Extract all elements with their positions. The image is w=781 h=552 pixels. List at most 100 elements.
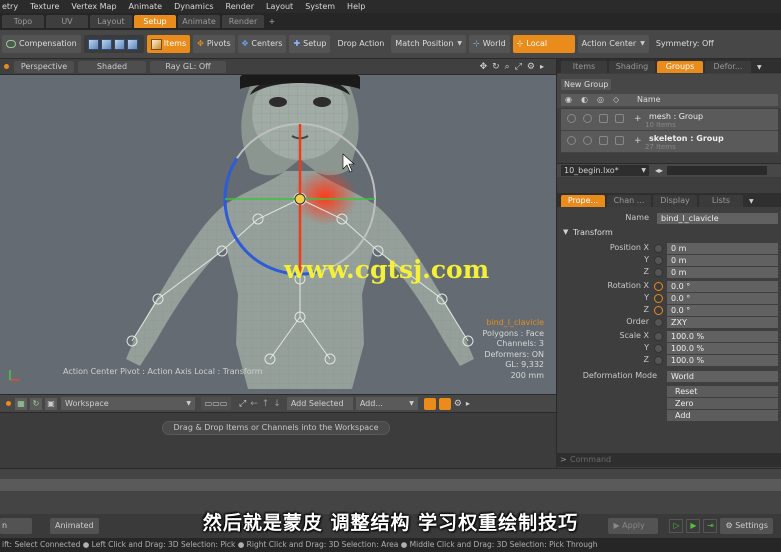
polygon-cube-icon[interactable] <box>113 38 125 50</box>
arrow-up-icon[interactable]: ↑ <box>262 399 270 409</box>
render-icon[interactable] <box>599 136 608 145</box>
gear-icon[interactable]: ⚙ <box>527 62 535 72</box>
items-mode-button[interactable]: Items <box>146 35 191 53</box>
maximize-icon[interactable]: ⤢ <box>515 62 522 72</box>
tab-animate[interactable]: Animate <box>178 15 220 28</box>
chevron-down-icon[interactable]: ▼ <box>757 64 762 71</box>
workspace-area[interactable]: Drag & Drop Items or Channels into the W… <box>0 413 556 468</box>
position-y-field[interactable]: 0 m <box>667 255 778 266</box>
keyframe-dot[interactable] <box>654 356 663 365</box>
rotation-z-field[interactable]: 0.0 ° <box>667 305 778 316</box>
new-group-button[interactable]: New Group <box>561 79 611 90</box>
tab-items[interactable]: Items <box>561 61 607 73</box>
tab-properties[interactable]: Prope... <box>561 195 605 207</box>
keyframe-dot[interactable] <box>654 332 663 341</box>
rotation-y-field[interactable]: 0.0 ° <box>667 293 778 304</box>
refresh-icon[interactable]: ↻ <box>30 397 42 410</box>
orange-toggle-icon[interactable] <box>423 397 436 410</box>
view-mode-dropdown[interactable]: Perspective <box>14 60 74 73</box>
tab-display[interactable]: Display <box>653 195 697 207</box>
collapse-arrow-icon[interactable]: ▼ <box>563 228 568 236</box>
workspace-menu-dot[interactable] <box>6 401 11 406</box>
world-button[interactable]: ⊹ World <box>469 35 510 53</box>
tab-layout[interactable]: Layout <box>90 15 132 28</box>
scene-canvas[interactable] <box>0 59 556 394</box>
select-icon[interactable] <box>615 136 624 145</box>
timeline-strip[interactable] <box>0 479 781 491</box>
tab-topo[interactable]: Topo <box>2 15 44 28</box>
menu-help[interactable]: Help <box>347 2 365 11</box>
setup-button[interactable]: ✚ Setup <box>289 35 331 53</box>
keyframe-dot[interactable] <box>654 294 663 303</box>
tab-uv[interactable]: UV <box>46 15 88 28</box>
tab-lists[interactable]: Lists <box>699 195 743 207</box>
shading-dropdown[interactable]: Shaded <box>78 60 146 73</box>
group-row-mesh[interactable]: + mesh : Group 10 Items <box>561 109 778 131</box>
transform-section[interactable]: ▼ Transform <box>557 228 781 239</box>
keyframe-dot[interactable] <box>654 256 663 265</box>
pan-icon[interactable]: ✥ <box>480 62 488 72</box>
menu-dynamics[interactable]: Dynamics <box>174 2 213 11</box>
scale-y-field[interactable]: 100.0 % <box>667 343 778 354</box>
expand-icon[interactable]: + <box>634 136 642 146</box>
zero-button[interactable]: Zero <box>667 398 778 409</box>
material-cube-icon[interactable] <box>126 38 138 50</box>
play-arrow-icon[interactable]: ▸ <box>466 399 470 408</box>
command-input[interactable]: > Command <box>556 453 781 467</box>
keyframe-dot[interactable] <box>654 244 663 253</box>
keyframe-dot[interactable] <box>654 268 663 277</box>
add-selected-button[interactable]: Add Selected <box>286 397 353 410</box>
orange-toggle-icon-2[interactable] <box>438 397 451 410</box>
keyframe-strip[interactable] <box>667 166 768 175</box>
eye-icon[interactable] <box>567 136 576 145</box>
deformation-mode-dropdown[interactable]: World <box>667 371 778 382</box>
lock-icon[interactable] <box>583 136 592 145</box>
node-icon[interactable]: ▣ <box>45 397 57 410</box>
edge-cube-icon[interactable] <box>100 38 112 50</box>
gear-icon[interactable]: ⚙ <box>454 399 462 409</box>
3d-viewport[interactable]: Perspective Shaded Ray GL: Off ✥ ↻ ⌕ ⤢ ⚙… <box>0 59 556 394</box>
lock-icon[interactable] <box>583 114 592 123</box>
menu-layout[interactable]: Layout <box>266 2 293 11</box>
menu-texture[interactable]: Texture <box>30 2 59 11</box>
lock-icon[interactable]: ◐ <box>581 95 588 104</box>
vertex-cube-icon[interactable] <box>87 38 99 50</box>
schematic-icon[interactable]: ▦ <box>15 397 27 410</box>
layout-grid-icon[interactable]: ▭▭▭ <box>201 397 231 410</box>
symmetry-toggle[interactable]: Symmetry: Off <box>652 35 714 53</box>
rotation-x-field[interactable]: 0.0 ° <box>667 281 778 292</box>
add-button[interactable]: Add <box>667 410 778 421</box>
select-icon[interactable] <box>615 114 624 123</box>
tab-groups[interactable]: Groups <box>657 61 703 73</box>
keyframe-dot[interactable] <box>654 344 663 353</box>
menu-geometry[interactable]: etry <box>2 2 18 11</box>
centers-button[interactable]: ✥ Centers <box>237 35 287 53</box>
group-row-skeleton[interactable]: + skeleton : Group 27 Items <box>561 131 778 153</box>
fit-icon[interactable]: ⤢ <box>239 399 246 409</box>
arrow-left-icon[interactable]: ← <box>250 399 258 409</box>
rotate-view-icon[interactable]: ↻ <box>492 62 500 72</box>
pivots-button[interactable]: ✥ Pivots <box>193 35 235 53</box>
viewport-menu-dot[interactable] <box>4 64 9 69</box>
play-arrow-icon[interactable]: ▸ <box>540 62 544 71</box>
zoom-icon[interactable]: ⌕ <box>505 62 510 72</box>
menu-system[interactable]: System <box>305 2 335 11</box>
menu-vertex-map[interactable]: Vertex Map <box>71 2 116 11</box>
name-column-header[interactable]: Name <box>637 95 661 104</box>
expand-icon[interactable]: + <box>634 114 642 124</box>
reset-button[interactable]: Reset <box>667 386 778 397</box>
raygl-toggle[interactable]: Ray GL: Off <box>150 60 226 73</box>
scale-x-field[interactable]: 100.0 % <box>667 331 778 342</box>
scene-dropdown[interactable]: 10_begin.lxo* ▼ <box>561 165 649 176</box>
cube-mode-buttons[interactable] <box>83 35 144 53</box>
select-icon[interactable]: ◇ <box>613 95 619 104</box>
tab-deformers[interactable]: Defor... <box>705 61 751 73</box>
compensation-button[interactable]: Compensation <box>2 35 81 53</box>
tab-setup[interactable]: Setup <box>134 15 176 28</box>
workspace-dropdown[interactable]: Workspace ▼ <box>61 397 195 410</box>
keyframe-dot[interactable] <box>654 282 663 291</box>
scale-z-field[interactable]: 100.0 % <box>667 355 778 366</box>
render-icon[interactable] <box>599 114 608 123</box>
local-button[interactable]: ⊹ Local <box>512 35 575 53</box>
name-field[interactable]: bind_l_clavicle <box>657 213 778 224</box>
